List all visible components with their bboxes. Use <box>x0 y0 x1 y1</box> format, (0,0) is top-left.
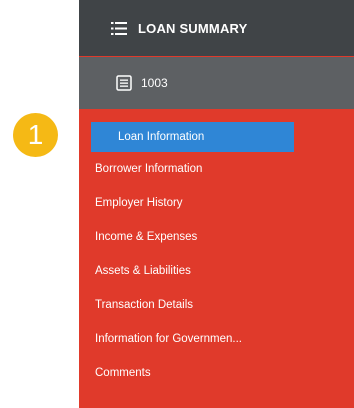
header-title: LOAN SUMMARY <box>138 21 248 36</box>
form-label: 1003 <box>141 76 168 90</box>
menu-item-information-for-government[interactable]: Information for Governmen... <box>79 322 354 356</box>
menu-item-borrower-information[interactable]: Borrower Information <box>79 152 354 186</box>
list-icon <box>111 22 127 35</box>
form-1003-item[interactable]: 1003 <box>79 57 354 109</box>
menu-item-assets-liabilities[interactable]: Assets & Liabilities <box>79 254 354 288</box>
menu-item-comments[interactable]: Comments <box>79 356 354 390</box>
menu-item-loan-information[interactable]: Loan Information <box>91 122 294 152</box>
menu-item-income-expenses[interactable]: Income & Expenses <box>79 220 354 254</box>
document-icon <box>116 75 132 91</box>
loan-menu: Loan Information Borrower Information Em… <box>79 118 354 390</box>
loan-summary-header[interactable]: LOAN SUMMARY <box>79 0 354 56</box>
menu-item-employer-history[interactable]: Employer History <box>79 186 354 220</box>
step-number-badge: 1 <box>13 113 58 157</box>
menu-item-transaction-details[interactable]: Transaction Details <box>79 288 354 322</box>
